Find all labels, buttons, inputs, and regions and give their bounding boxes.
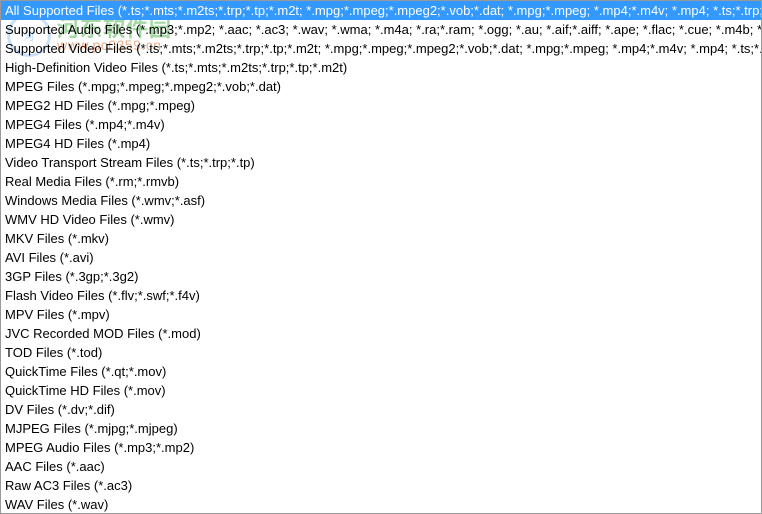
file-filter-option[interactable]: TOD Files (*.tod): [1, 343, 761, 362]
file-filter-option[interactable]: DV Files (*.dv;*.dif): [1, 400, 761, 419]
file-filter-option[interactable]: QuickTime HD Files (*.mov): [1, 381, 761, 400]
file-filter-option[interactable]: Raw AC3 Files (*.ac3): [1, 476, 761, 495]
file-filter-option[interactable]: JVC Recorded MOD Files (*.mod): [1, 324, 761, 343]
file-filter-option[interactable]: WMV HD Video Files (*.wmv): [1, 210, 761, 229]
file-filter-option[interactable]: MPEG Files (*.mpg;*.mpeg;*.mpeg2;*.vob;*…: [1, 77, 761, 96]
file-filter-option[interactable]: MPEG4 Files (*.mp4;*.m4v): [1, 115, 761, 134]
file-filter-option[interactable]: AVI Files (*.avi): [1, 248, 761, 267]
file-filter-option[interactable]: All Supported Files (*.ts;*.mts;*.m2ts;*…: [1, 1, 761, 20]
file-filter-option[interactable]: WAV Files (*.wav): [1, 495, 761, 513]
file-filter-option[interactable]: High-Definition Video Files (*.ts;*.mts;…: [1, 58, 761, 77]
file-filter-option[interactable]: Flash Video Files (*.flv;*.swf;*.f4v): [1, 286, 761, 305]
file-filter-option[interactable]: QuickTime Files (*.qt;*.mov): [1, 362, 761, 381]
file-filter-option[interactable]: Real Media Files (*.rm;*.rmvb): [1, 172, 761, 191]
file-filter-option[interactable]: MJPEG Files (*.mjpg;*.mjpeg): [1, 419, 761, 438]
file-filter-option[interactable]: Video Transport Stream Files (*.ts;*.trp…: [1, 153, 761, 172]
file-filter-option[interactable]: MKV Files (*.mkv): [1, 229, 761, 248]
file-filter-option[interactable]: MPV Files (*.mpv): [1, 305, 761, 324]
file-filter-option[interactable]: MPEG4 HD Files (*.mp4): [1, 134, 761, 153]
file-filter-option[interactable]: Windows Media Files (*.wmv;*.asf): [1, 191, 761, 210]
file-filter-option[interactable]: AAC Files (*.aac): [1, 457, 761, 476]
file-filter-option[interactable]: 3GP Files (*.3gp;*.3g2): [1, 267, 761, 286]
file-type-filter-dropdown-list[interactable]: All Supported Files (*.ts;*.mts;*.m2ts;*…: [1, 1, 761, 513]
file-filter-option[interactable]: Supported Video Files (*.ts;*.mts;*.m2ts…: [1, 39, 761, 58]
file-filter-option[interactable]: Supported Audio Files (*.mp3;*.mp2; *.aa…: [1, 20, 761, 39]
file-filter-option[interactable]: MPEG Audio Files (*.mp3;*.mp2): [1, 438, 761, 457]
file-filter-option[interactable]: MPEG2 HD Files (*.mpg;*.mpeg): [1, 96, 761, 115]
